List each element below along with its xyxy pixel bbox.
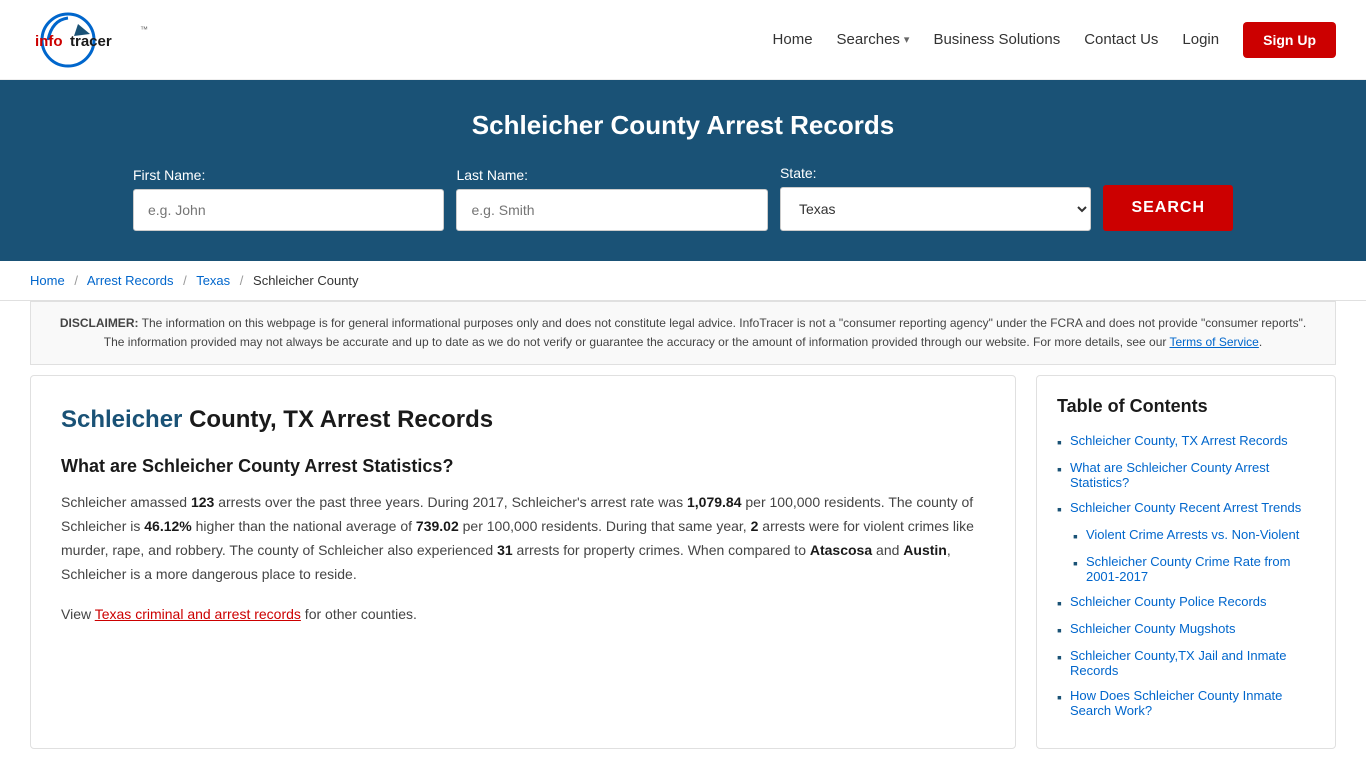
toc-link[interactable]: Schleicher County Crime Rate from 2001-2… bbox=[1086, 554, 1315, 584]
state-select[interactable]: Texas Alabama Alaska California Florida … bbox=[780, 187, 1091, 231]
header: info tracer ™ Home Searches ▾ Business S… bbox=[0, 0, 1366, 80]
last-name-label: Last Name: bbox=[456, 167, 767, 183]
search-button[interactable]: SEARCH bbox=[1103, 185, 1233, 231]
breadcrumb-arrest-records[interactable]: Arrest Records bbox=[87, 273, 174, 288]
toc-item: Schleicher County Crime Rate from 2001-2… bbox=[1057, 554, 1315, 584]
tos-link[interactable]: Terms of Service bbox=[1170, 335, 1259, 349]
toc-link[interactable]: Schleicher County Police Records bbox=[1070, 594, 1267, 609]
toc-link[interactable]: Schleicher County, TX Arrest Records bbox=[1070, 433, 1288, 448]
view-link-prefix: View bbox=[61, 606, 95, 622]
toc-item: Schleicher County Police Records bbox=[1057, 594, 1315, 611]
hero-title: Schleicher County Arrest Records bbox=[20, 110, 1346, 141]
article-title-highlight: Schleicher bbox=[61, 406, 182, 433]
first-name-label: First Name: bbox=[133, 167, 444, 183]
svg-text:tracer: tracer bbox=[70, 33, 112, 50]
nav-signup[interactable]: Sign Up bbox=[1243, 22, 1336, 58]
arrests-count: 123 bbox=[191, 494, 214, 510]
hero-section: Schleicher County Arrest Records First N… bbox=[0, 80, 1366, 261]
nav-searches[interactable]: Searches ▾ bbox=[837, 31, 910, 48]
breadcrumb-sep-1: / bbox=[74, 273, 78, 288]
svg-text:info: info bbox=[35, 33, 63, 50]
search-form: First Name: Last Name: State: Texas Alab… bbox=[133, 165, 1233, 231]
logo: info tracer ™ bbox=[30, 10, 190, 70]
last-name-input[interactable] bbox=[456, 189, 767, 231]
svg-text:™: ™ bbox=[140, 25, 148, 34]
texas-records-link[interactable]: Texas criminal and arrest records bbox=[95, 606, 301, 622]
breadcrumb: Home / Arrest Records / Texas / Schleich… bbox=[0, 261, 1366, 301]
national-avg: 739.02 bbox=[416, 518, 459, 534]
first-name-group: First Name: bbox=[133, 167, 444, 231]
state-label: State: bbox=[780, 165, 1091, 181]
nav-login[interactable]: Login bbox=[1182, 31, 1219, 48]
toc-item: How Does Schleicher County Inmate Search… bbox=[1057, 688, 1315, 718]
section1-heading: What are Schleicher County Arrest Statis… bbox=[61, 456, 985, 477]
toc-link[interactable]: Violent Crime Arrests vs. Non-Violent bbox=[1086, 527, 1299, 542]
nav-business-solutions[interactable]: Business Solutions bbox=[933, 31, 1060, 48]
section1-paragraph1: Schleicher amassed 123 arrests over the … bbox=[61, 491, 985, 586]
disclaimer-text: The information on this webpage is for g… bbox=[104, 316, 1306, 349]
toc-link[interactable]: Schleicher County Mugshots bbox=[1070, 621, 1235, 636]
toc-link[interactable]: How Does Schleicher County Inmate Search… bbox=[1070, 688, 1315, 718]
nav-searches-link[interactable]: Searches bbox=[837, 31, 900, 48]
toc-item: Violent Crime Arrests vs. Non-Violent bbox=[1057, 527, 1315, 544]
chevron-down-icon: ▾ bbox=[904, 33, 910, 46]
disclaimer: DISCLAIMER: The information on this webp… bbox=[30, 301, 1336, 365]
toc-list: Schleicher County, TX Arrest Records What… bbox=[1057, 433, 1315, 718]
toc-item: Schleicher County Recent Arrest Trends bbox=[1057, 500, 1315, 517]
table-of-contents: Table of Contents Schleicher County, TX … bbox=[1036, 375, 1336, 749]
toc-item: Schleicher County,TX Jail and Inmate Rec… bbox=[1057, 648, 1315, 678]
view-link-suffix: for other counties. bbox=[301, 606, 417, 622]
breadcrumb-sep-2: / bbox=[183, 273, 187, 288]
breadcrumb-home[interactable]: Home bbox=[30, 273, 65, 288]
article-title: Schleicher County, TX Arrest Records bbox=[61, 406, 985, 434]
higher-percent: 46.12% bbox=[144, 518, 191, 534]
breadcrumb-sep-3: / bbox=[240, 273, 244, 288]
disclaimer-label: DISCLAIMER: bbox=[60, 316, 139, 330]
toc-item: What are Schleicher County Arrest Statis… bbox=[1057, 460, 1315, 490]
compare-county2: Austin bbox=[903, 542, 947, 558]
breadcrumb-texas[interactable]: Texas bbox=[196, 273, 230, 288]
nav-home[interactable]: Home bbox=[773, 31, 813, 48]
compare-county1: Atascosa bbox=[810, 542, 872, 558]
property-arrests: 31 bbox=[497, 542, 513, 558]
logo-svg: info tracer ™ bbox=[30, 10, 190, 70]
breadcrumb-current: Schleicher County bbox=[253, 273, 359, 288]
toc-link[interactable]: Schleicher County Recent Arrest Trends bbox=[1070, 500, 1301, 515]
arrest-rate: 1,079.84 bbox=[687, 494, 742, 510]
nav-contact-us[interactable]: Contact Us bbox=[1084, 31, 1158, 48]
main-nav: Home Searches ▾ Business Solutions Conta… bbox=[773, 22, 1336, 58]
article-title-rest: County, TX Arrest Records bbox=[182, 406, 493, 433]
section1-paragraph2: View Texas criminal and arrest records f… bbox=[61, 603, 985, 627]
last-name-group: Last Name: bbox=[456, 167, 767, 231]
toc-link[interactable]: What are Schleicher County Arrest Statis… bbox=[1070, 460, 1315, 490]
toc-title: Table of Contents bbox=[1057, 396, 1315, 417]
main-container: Schleicher County, TX Arrest Records Wha… bbox=[0, 375, 1366, 749]
toc-item: Schleicher County Mugshots bbox=[1057, 621, 1315, 638]
toc-item: Schleicher County, TX Arrest Records bbox=[1057, 433, 1315, 450]
article: Schleicher County, TX Arrest Records Wha… bbox=[30, 375, 1016, 749]
first-name-input[interactable] bbox=[133, 189, 444, 231]
state-group: State: Texas Alabama Alaska California F… bbox=[780, 165, 1091, 231]
toc-link[interactable]: Schleicher County,TX Jail and Inmate Rec… bbox=[1070, 648, 1315, 678]
disclaimer-period: . bbox=[1259, 335, 1262, 349]
violent-arrests: 2 bbox=[751, 518, 759, 534]
